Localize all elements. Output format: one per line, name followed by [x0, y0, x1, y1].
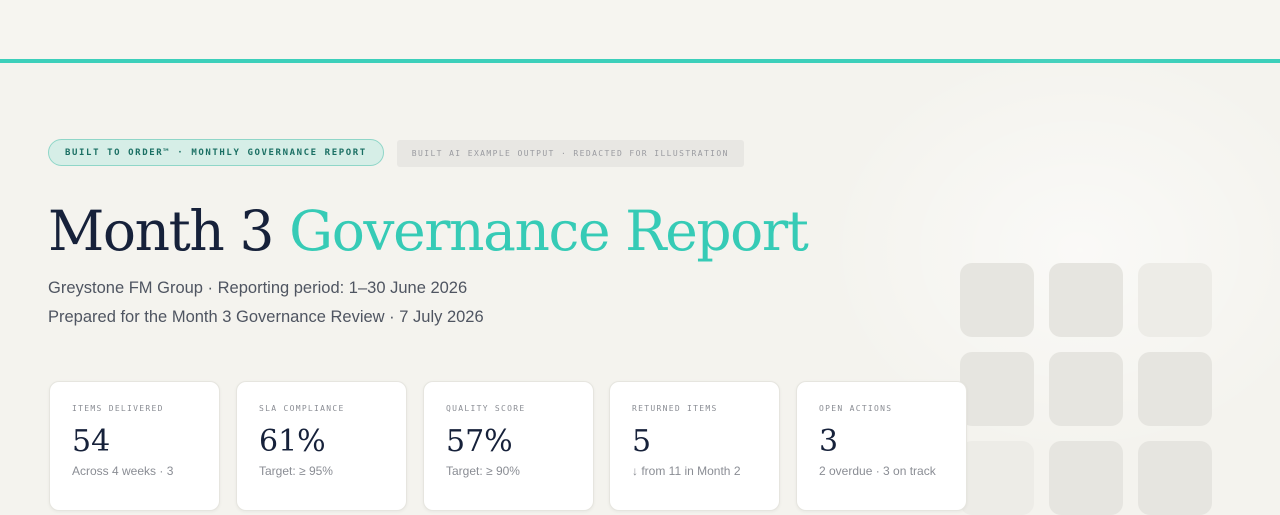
decorative-tile — [960, 441, 1034, 515]
decorative-tile — [1049, 441, 1123, 515]
prepared-for-line: Prepared for the Month 3 Governance Revi… — [48, 308, 484, 326]
kpi-card-items-delivered: ITEMS DELIVERED 54 Across 4 weeks · 3 — [49, 381, 220, 511]
kpi-card-quality-score: QUALITY SCORE 57% Target: ≥ 90% — [423, 381, 594, 511]
kpi-label: RETURNED ITEMS — [632, 404, 718, 413]
title-month: Month 3 — [48, 199, 274, 263]
page-title: Month 3 Governance Report — [48, 196, 809, 266]
kpi-label: ITEMS DELIVERED — [72, 404, 164, 413]
decorative-tile — [1138, 352, 1212, 426]
report-type-badge: BUILT TO ORDER™ · MONTHLY GOVERNANCE REP… — [48, 139, 384, 166]
kpi-subtext: Across 4 weeks · 3 — [72, 464, 174, 478]
kpi-value: 61% — [259, 424, 326, 459]
accent-divider — [0, 59, 1280, 63]
kpi-card-open-actions: OPEN ACTIONS 3 2 overdue · 3 on track — [796, 381, 967, 511]
decorative-tile — [960, 352, 1034, 426]
kpi-subtext: Target: ≥ 95% — [259, 464, 333, 478]
decorative-tile — [960, 263, 1034, 337]
kpi-value: 5 — [632, 424, 652, 459]
kpi-subtext: ↓ from 11 in Month 2 — [632, 464, 741, 478]
kpi-label: SLA COMPLIANCE — [259, 404, 345, 413]
kpi-value: 57% — [446, 424, 513, 459]
kpi-card-returned-items: RETURNED ITEMS 5 ↓ from 11 in Month 2 — [609, 381, 780, 511]
kpi-subtext: Target: ≥ 90% — [446, 464, 520, 478]
kpi-value: 54 — [72, 424, 111, 459]
kpi-subtext: 2 overdue · 3 on track — [819, 464, 936, 478]
kpi-card-sla-compliance: SLA COMPLIANCE 61% Target: ≥ 95% — [236, 381, 407, 511]
decorative-tile — [1049, 352, 1123, 426]
kpi-label: OPEN ACTIONS — [819, 404, 893, 413]
example-output-badge: BUILT AI EXAMPLE OUTPUT · REDACTED FOR I… — [396, 140, 744, 167]
top-bar — [0, 0, 1280, 59]
decorative-tile-grid — [960, 263, 1220, 515]
decorative-tile — [1049, 263, 1123, 337]
report-period-line: Greystone FM Group · Reporting period: 1… — [48, 279, 468, 297]
kpi-label: QUALITY SCORE — [446, 404, 526, 413]
kpi-value: 3 — [819, 424, 839, 459]
decorative-tile — [1138, 441, 1212, 515]
decorative-tile — [1138, 263, 1212, 337]
badge-row: BUILT TO ORDER™ · MONTHLY GOVERNANCE REP… — [48, 139, 744, 167]
title-highlight: Governance Report — [289, 199, 809, 263]
